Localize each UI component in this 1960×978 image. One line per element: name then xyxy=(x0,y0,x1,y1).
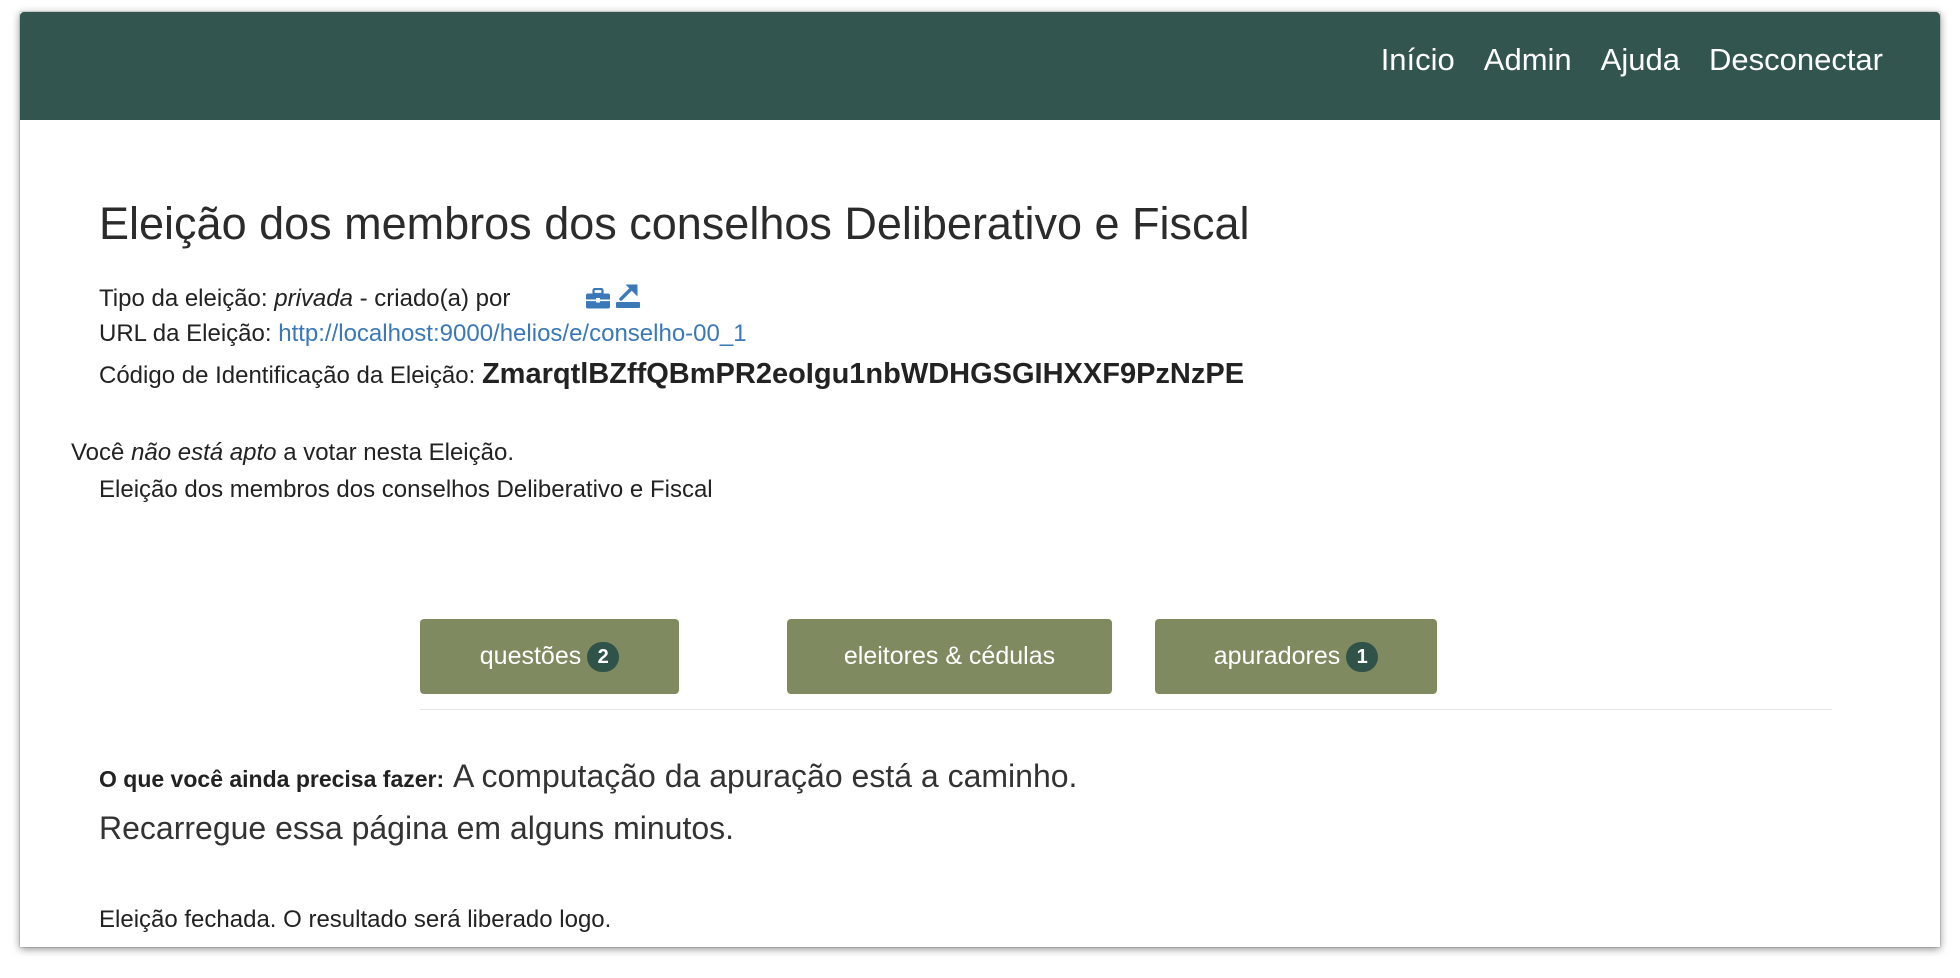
election-type-line: Tipo da eleição: privada - criado(a) por xyxy=(99,282,641,316)
section-divider xyxy=(420,709,1832,710)
election-type-value: privada xyxy=(274,285,353,312)
election-code-line: Código de Identificação da Eleição: Zmar… xyxy=(99,358,1244,391)
eligibility-notice: Você não está apto a votar nesta Eleição… xyxy=(71,439,514,467)
nav-links: Início Admin Ajuda Desconectar xyxy=(1381,12,1883,108)
voters-ballots-button[interactable]: eleitores & cédulas xyxy=(787,619,1112,694)
todo-line-1: A computação da apuração está a caminho. xyxy=(453,758,1078,794)
election-code-label: Código de Identificação da Eleição: xyxy=(99,362,476,389)
eligibility-suffix: a votar nesta Eleição. xyxy=(283,439,514,466)
eligibility-prefix: Você xyxy=(71,439,125,466)
questions-count-badge: 2 xyxy=(587,641,620,672)
election-type-label: Tipo da eleição: xyxy=(99,285,268,312)
election-closed-status: Eleição fechada. O resultado será libera… xyxy=(99,906,612,933)
election-url-label: URL da Eleição: xyxy=(99,320,272,347)
nav-link-inicio[interactable]: Início xyxy=(1381,42,1455,78)
questions-button[interactable]: questões 2 xyxy=(420,619,679,694)
voters-ballots-button-label: eleitores & cédulas xyxy=(843,642,1056,670)
trustees-count-badge: 1 xyxy=(1346,641,1379,672)
todo-section: O que você ainda precisa fazer: A comput… xyxy=(99,752,1699,853)
election-description: Eleição dos membros dos conselhos Delibe… xyxy=(99,476,713,503)
briefcase-icon[interactable] xyxy=(586,287,611,316)
election-url-link[interactable]: http://localhost:9000/helios/e/conselho-… xyxy=(278,320,746,347)
election-code-value: ZmarqtlBZffQBmPR2eoIgu1nbWDHGSGIHXXF9PzN… xyxy=(481,358,1245,390)
created-by-label: - criado(a) por xyxy=(359,285,511,312)
nav-link-desconectar[interactable]: Desconectar xyxy=(1709,42,1883,78)
nav-link-ajuda[interactable]: Ajuda xyxy=(1601,42,1680,78)
election-url-line: URL da Eleição: http://localhost:9000/he… xyxy=(99,320,747,348)
eligibility-status: não está apto xyxy=(131,439,277,466)
todo-label: O que você ainda precisa fazer: xyxy=(99,766,445,792)
browser-window: Início Admin Ajuda Desconectar Eleição d… xyxy=(20,12,1940,947)
creator-icons xyxy=(586,282,641,316)
export-icon[interactable] xyxy=(616,282,641,316)
trustees-button-label: apuradores xyxy=(1213,642,1341,670)
top-navbar: Início Admin Ajuda Desconectar xyxy=(20,12,1940,120)
election-title: Eleição dos membros dos conselhos Delibe… xyxy=(99,198,1250,249)
questions-button-label: questões xyxy=(479,642,582,670)
trustees-button[interactable]: apuradores 1 xyxy=(1155,619,1437,694)
nav-link-admin[interactable]: Admin xyxy=(1484,42,1572,78)
todo-line-2: Recarregue essa página em alguns minutos… xyxy=(99,810,735,846)
